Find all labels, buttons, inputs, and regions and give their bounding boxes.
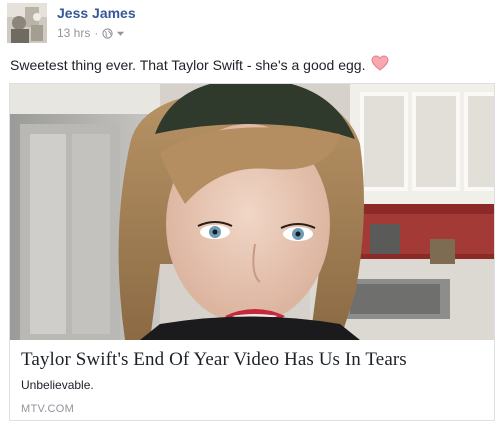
link-domain: MTV.COM [21,403,75,415]
post-status: Sweetest thing ever. That Taylor Swift -… [10,55,389,74]
author-name-link[interactable]: Jess James [57,5,136,21]
globe-icon[interactable] [102,27,113,39]
link-title[interactable]: Taylor Swift's End Of Year Video Has Us … [21,349,407,371]
meta-separator: · [94,26,99,40]
post-status-text: Sweetest thing ever. That Taylor Swift -… [10,56,366,73]
post-timestamp-link[interactable]: 13 hrs [57,26,90,40]
link-description: Unbelievable. [21,378,94,392]
avatar[interactable] [7,3,47,43]
feed-post: Jess James 13 hrs · Sweetest thing ever.… [0,0,504,433]
post-meta: 13 hrs · [57,26,125,40]
chevron-down-icon[interactable] [116,29,125,38]
link-preview-card[interactable]: Taylor Swift's End Of Year Video Has Us … [9,83,495,421]
link-preview-image[interactable] [10,84,494,340]
heart-icon [371,55,389,74]
avatar-image [7,3,47,43]
